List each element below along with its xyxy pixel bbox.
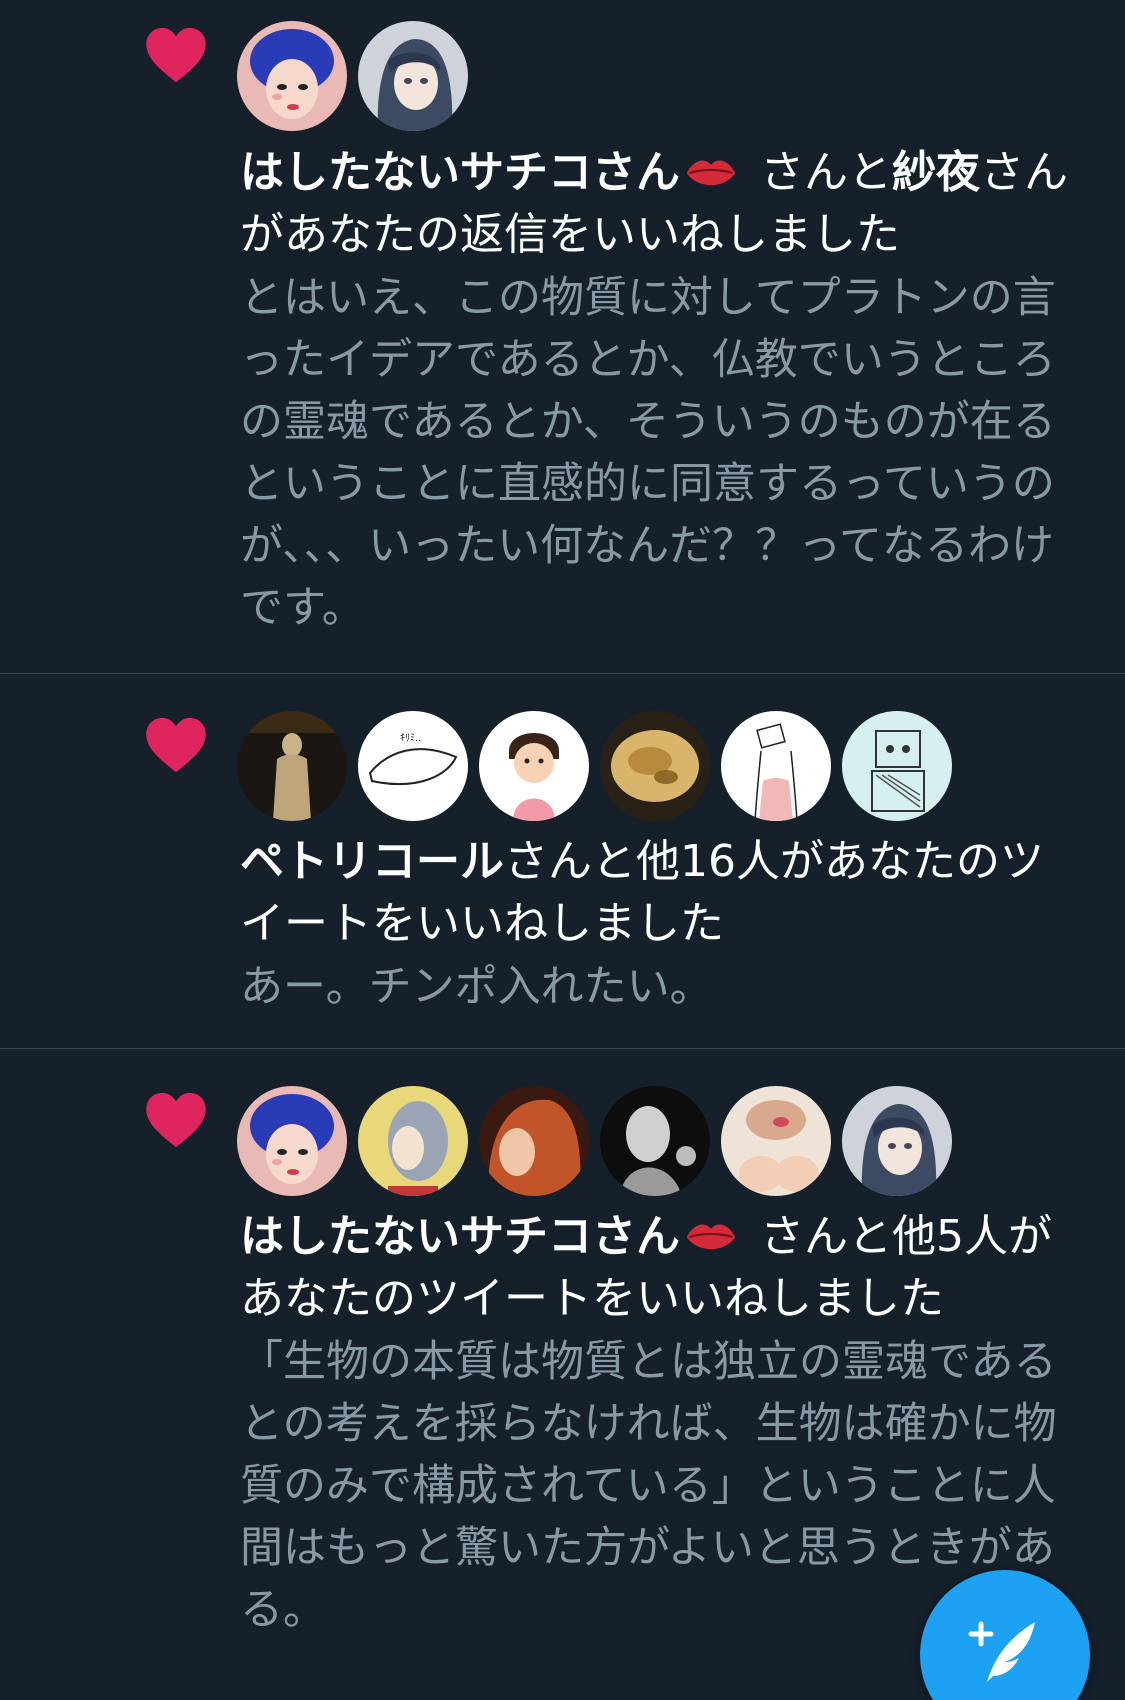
heart-icon xyxy=(146,717,206,773)
avatar[interactable] xyxy=(842,711,952,821)
avatar[interactable] xyxy=(479,1086,589,1196)
notifications-feed: はしたないサチコさん さんと紗夜さんがあなたの返信をいいねしました とはいえ、こ… xyxy=(0,0,1125,1700)
avatar[interactable] xyxy=(721,1086,831,1196)
avatar[interactable] xyxy=(237,1086,347,1196)
liker-avatars xyxy=(237,1086,952,1196)
actor-name[interactable]: はしたないサチコさん xyxy=(240,147,680,198)
tweet-text: とはいえ、この物質に対してプラトンの言ったイデアであるとか、仏教でいうところの霊… xyxy=(240,273,1056,633)
avatar[interactable] xyxy=(721,711,831,821)
kiss-lips-icon xyxy=(686,1224,736,1250)
avatar[interactable] xyxy=(600,1086,710,1196)
avatar[interactable] xyxy=(358,1086,468,1196)
avatar[interactable] xyxy=(479,711,589,821)
notification-headline: はしたないサチコさん さんと他5人があなたのツイートをいいねしました xyxy=(240,1211,1052,1324)
avatar[interactable]: ｷﾘﾐ.. xyxy=(358,711,468,821)
svg-text:ｷﾘﾐ..: ｷﾘﾐ.. xyxy=(400,733,421,744)
liker-avatars: ｷﾘﾐ.. xyxy=(237,711,952,821)
heart-icon xyxy=(146,27,206,83)
actor-name[interactable]: 紗夜 xyxy=(892,147,980,198)
avatar[interactable] xyxy=(237,21,347,131)
avatar[interactable] xyxy=(358,21,468,131)
avatar[interactable] xyxy=(842,1086,952,1196)
notification-headline: ペトリコールさんと他16人があなたのツイートをいいねしました xyxy=(240,836,1044,949)
heart-icon xyxy=(146,1092,206,1148)
compose-tweet-icon xyxy=(968,1621,1035,1682)
liker-avatars xyxy=(237,21,468,131)
avatar[interactable] xyxy=(600,711,710,821)
avatar[interactable] xyxy=(237,711,347,821)
actor-name[interactable]: ペトリコール xyxy=(240,836,504,887)
actor-name[interactable]: はしたないサチコさん xyxy=(240,1211,680,1262)
notification-item[interactable]: はしたないサチコさん さんと紗夜さんがあなたの返信をいいねしました とはいえ、こ… xyxy=(0,0,1125,674)
notification-headline: はしたないサチコさん さんと紗夜さんがあなたの返信をいいねしました xyxy=(240,147,1068,260)
kiss-lips-icon xyxy=(686,160,736,186)
tweet-text: あー。チンポ入れたい。 xyxy=(240,962,713,1012)
notification-item[interactable]: ｷﾘﾐ.. ペトリコールさんと他16人があなたのツイートをいいねしました あー。… xyxy=(0,674,1125,1049)
